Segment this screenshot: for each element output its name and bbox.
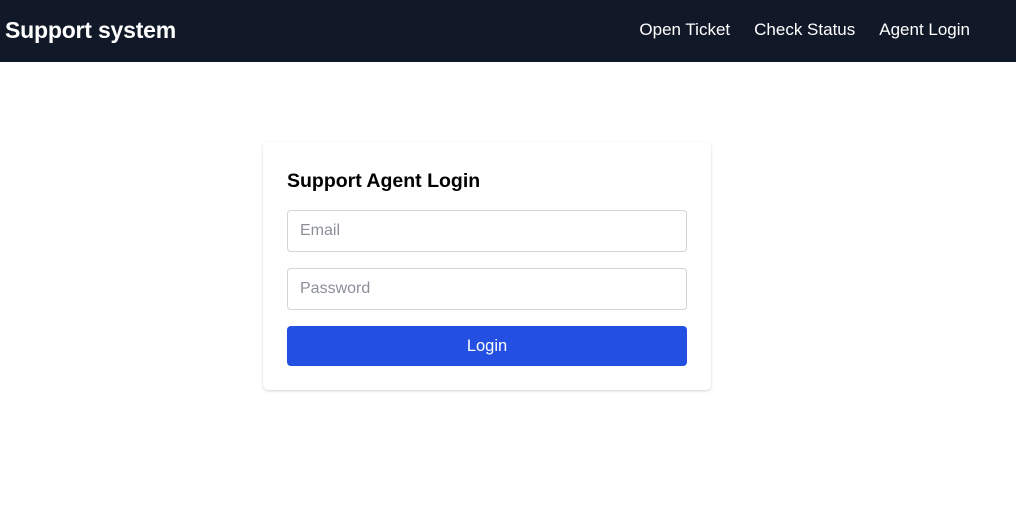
agent-login-card: Support Agent Login Login (263, 142, 711, 390)
main-nav: Open Ticket Check Status Agent Login (639, 19, 970, 41)
password-field[interactable] (287, 268, 687, 310)
brand-title[interactable]: Support system (5, 15, 176, 45)
nav-link-check-status[interactable]: Check Status (754, 19, 855, 41)
top-navbar: Support system Open Ticket Check Status … (0, 0, 1016, 62)
login-card-title: Support Agent Login (287, 170, 481, 192)
login-button[interactable]: Login (287, 326, 687, 366)
nav-link-agent-login[interactable]: Agent Login (879, 19, 970, 41)
nav-link-open-ticket[interactable]: Open Ticket (639, 19, 730, 41)
email-field[interactable] (287, 210, 687, 252)
